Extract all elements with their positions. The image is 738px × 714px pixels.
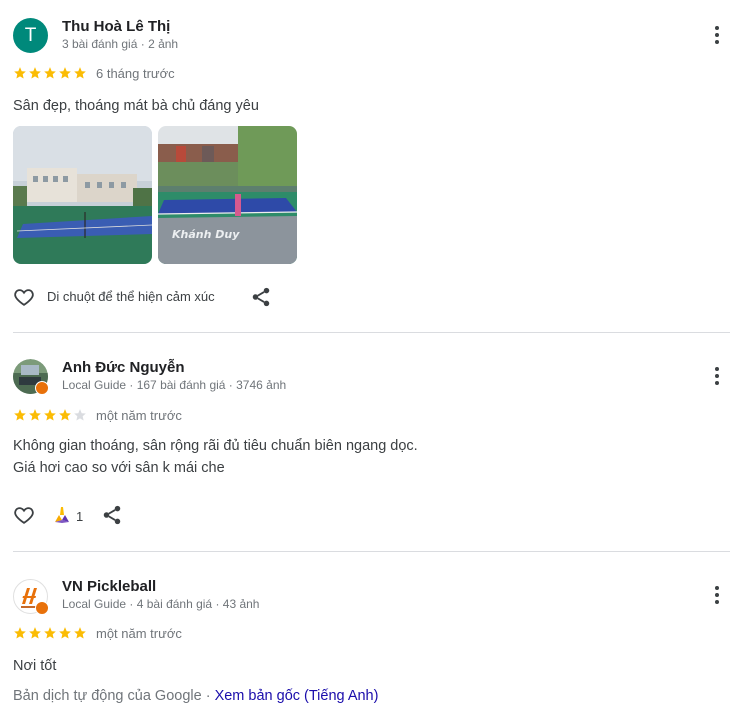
review-card: VN Pickleball Local Guide · 4 bài đánh g… [0, 552, 738, 714]
review-time: 6 tháng trước [96, 66, 175, 81]
review-text-line: Không gian thoáng, sân rộng rãi đủ tiêu … [13, 438, 418, 454]
star-filled-icon [28, 66, 42, 80]
share-icon[interactable] [250, 286, 272, 313]
reviewer-meta: Local Guide · 167 bài đánh giá · 3746 ản… [62, 378, 287, 392]
translation-note: Bản dịch tự động của Google · Xem bản gố… [13, 688, 378, 704]
share-icon[interactable] [101, 504, 123, 531]
review-card: Anh Đức Nguyễn Local Guide · 167 bài đán… [0, 333, 738, 552]
like-heart-icon[interactable] [12, 504, 36, 531]
more-options-icon[interactable] [708, 365, 726, 387]
star-filled-icon [43, 626, 57, 640]
more-options-icon[interactable] [708, 584, 726, 606]
star-filled-icon [43, 66, 57, 80]
review-card: T Thu Hoà Lê Thị 3 bài đánh giá · 2 ảnh … [0, 0, 738, 333]
star-filled-icon [58, 66, 72, 80]
reviewer-name[interactable]: VN Pickleball [62, 578, 156, 595]
star-filled-icon [13, 408, 27, 422]
reviewer-name[interactable]: Thu Hoà Lê Thị [62, 18, 170, 35]
star-filled-icon [13, 66, 27, 80]
reaction-emoji-icon[interactable] [52, 506, 72, 529]
review-text: Nơi tốt [13, 658, 57, 674]
like-heart-icon[interactable] [12, 286, 36, 313]
reviewer-avatar[interactable] [13, 359, 49, 395]
review-photo[interactable] [13, 126, 152, 264]
star-rating [13, 66, 87, 80]
photo-caption: Khánh Duy [172, 228, 240, 241]
reviewer-avatar[interactable]: T [13, 18, 48, 53]
view-original-link[interactable]: Xem bản gốc (Tiếng Anh) [215, 688, 379, 704]
more-options-icon[interactable] [708, 24, 726, 46]
reviewer-meta: 3 bài đánh giá · 2 ảnh [62, 37, 179, 51]
reaction-count: 1 [76, 509, 84, 524]
review-text: Sân đẹp, thoáng mát bà chủ đáng yêu [13, 98, 259, 114]
star-filled-icon [73, 626, 87, 640]
reviewer-name[interactable]: Anh Đức Nguyễn [62, 359, 185, 376]
star-filled-icon [28, 626, 42, 640]
star-rating [13, 408, 87, 422]
reaction-hint: Di chuột để thể hiện cảm xúc [47, 289, 215, 304]
review-text-line: Giá hơi cao so với sân k mái che [13, 460, 225, 476]
local-guide-badge-icon [35, 381, 49, 395]
review-time: một năm trước [96, 408, 182, 423]
local-guide-badge-icon [35, 601, 49, 615]
review-photo[interactable]: Khánh Duy [158, 126, 297, 264]
reviewer-meta: Local Guide · 4 bài đánh giá · 43 ảnh [62, 597, 260, 611]
star-filled-icon [73, 66, 87, 80]
translation-prefix: Bản dịch tự động của Google · [13, 688, 215, 704]
star-filled-icon [58, 626, 72, 640]
star-filled-icon [58, 408, 72, 422]
star-rating [13, 626, 87, 640]
review-time: một năm trước [96, 626, 182, 641]
star-filled-icon [28, 408, 42, 422]
star-filled-icon [43, 408, 57, 422]
reviewer-avatar[interactable] [13, 579, 49, 615]
star-empty-icon [73, 408, 87, 422]
review-text: Không gian thoáng, sân rộng rãi đủ tiêu … [13, 435, 418, 479]
star-filled-icon [13, 626, 27, 640]
